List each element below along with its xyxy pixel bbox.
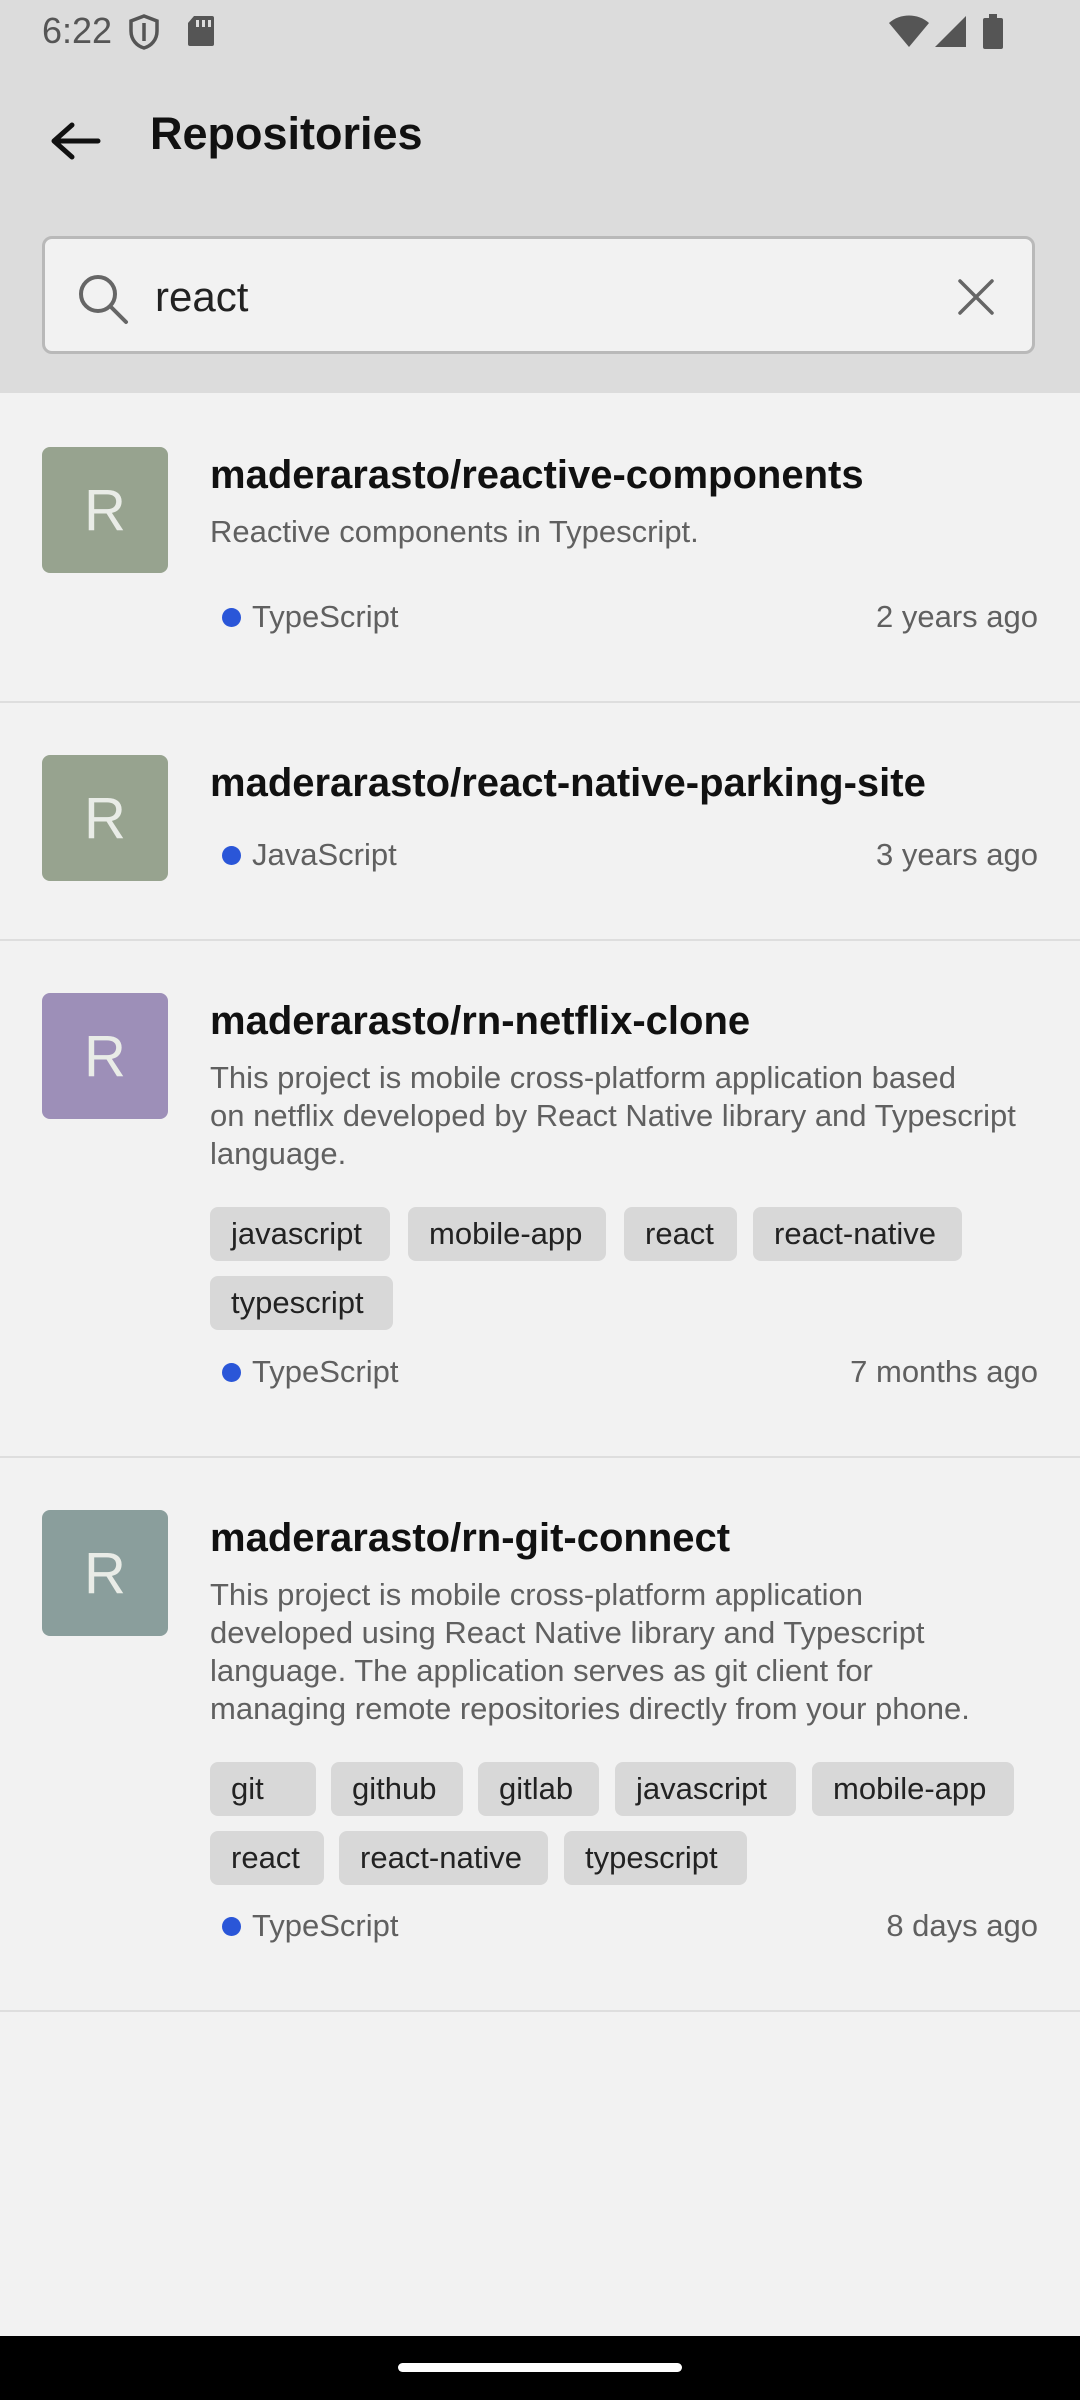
repo-description: This project is mobile cross-platform ap…	[210, 1059, 1040, 1173]
sd-card-icon	[186, 14, 216, 53]
topic-tag[interactable]: typescript	[210, 1276, 393, 1330]
app-header: 6:22 Repositories	[0, 0, 1080, 393]
search-input[interactable]	[155, 267, 955, 327]
back-button[interactable]	[42, 107, 110, 175]
repo-updated: 2 years ago	[876, 599, 1038, 634]
topic-tag[interactable]: react	[210, 1831, 324, 1885]
repo-name: maderarasto/rn-git-connect	[210, 1516, 731, 1560]
repo-list-item[interactable]: R maderarasto/reactive-components Reacti…	[0, 393, 1080, 703]
description-line: on netflix developed by React Native lib…	[210, 1098, 1016, 1133]
repo-description: Reactive components in Typescript.	[210, 514, 699, 549]
topic-tag[interactable]: github	[331, 1762, 463, 1816]
system-navigation-bar	[0, 2336, 1080, 2400]
repo-language-label: JavaScript	[252, 837, 397, 872]
repo-list-item[interactable]: R maderarasto/rn-netflix-clone This proj…	[0, 941, 1080, 1458]
repo-language: JavaScript	[222, 837, 397, 873]
repo-avatar: R	[42, 755, 168, 881]
topic-tag[interactable]: git	[210, 1762, 316, 1816]
topic-tag[interactable]: javascript	[210, 1207, 390, 1261]
topic-tag[interactable]: javascript	[615, 1762, 796, 1816]
repo-avatar: R	[42, 447, 168, 573]
wifi-icon	[888, 14, 930, 53]
language-dot-icon	[222, 607, 241, 627]
repo-language-label: TypeScript	[252, 1354, 399, 1389]
topic-tag[interactable]: typescript	[564, 1831, 747, 1885]
repo-language: TypeScript	[222, 1908, 398, 1944]
home-gesture-handle[interactable]	[398, 2363, 682, 2372]
description-line: language.	[210, 1136, 347, 1171]
repo-language: TypeScript	[222, 1354, 398, 1390]
status-time: 6:22	[42, 10, 113, 51]
topic-tag[interactable]: react-native	[339, 1831, 548, 1885]
description-line: developed using React Native library and…	[210, 1615, 925, 1650]
battery-icon	[982, 14, 1004, 55]
repo-list-item[interactable]: R maderarasto/rn-git-connect This projec…	[0, 1458, 1080, 2012]
search-icon	[77, 273, 129, 330]
repo-name: maderarasto/reactive-components	[210, 453, 864, 497]
topic-tag[interactable]: react-native	[753, 1207, 962, 1261]
description-line: This project is mobile cross-platform ap…	[210, 1577, 863, 1612]
description-line: This project is mobile cross-platform ap…	[210, 1060, 957, 1095]
repo-updated: 3 years ago	[876, 837, 1038, 872]
language-dot-icon	[222, 1916, 241, 1936]
repo-language-label: TypeScript	[252, 1908, 399, 1943]
close-icon	[958, 279, 994, 315]
status-bar: 6:22	[0, 0, 1080, 62]
description-line: managing remote repositories directly fr…	[210, 1691, 970, 1726]
repo-list-item[interactable]: R maderarasto/react-native-parking-site …	[0, 703, 1080, 941]
repo-language: TypeScript	[222, 599, 398, 635]
language-dot-icon	[222, 845, 241, 865]
topic-tag[interactable]: mobile-app	[408, 1207, 606, 1261]
arrow-left-icon	[51, 122, 101, 160]
search-box[interactable]	[42, 236, 1035, 354]
topic-tag[interactable]: react	[624, 1207, 737, 1261]
repo-updated: 7 months ago	[850, 1354, 1038, 1389]
page-title: Repositories	[150, 108, 423, 159]
repo-name: maderarasto/rn-netflix-clone	[210, 999, 751, 1043]
repo-language-label: TypeScript	[252, 599, 399, 634]
repo-name: maderarasto/react-native-parking-site	[210, 761, 926, 805]
signal-icon	[934, 14, 968, 53]
repo-avatar: R	[42, 993, 168, 1119]
topic-tag[interactable]: mobile-app	[812, 1762, 1014, 1816]
repo-updated: 8 days ago	[886, 1908, 1038, 1943]
shield-icon	[128, 14, 160, 55]
language-dot-icon	[222, 1362, 241, 1382]
description-line: language. The application serves as git …	[210, 1653, 873, 1688]
topic-tag[interactable]: gitlab	[478, 1762, 599, 1816]
repo-avatar: R	[42, 1510, 168, 1636]
clear-search-button[interactable]	[956, 277, 996, 322]
repo-description: This project is mobile cross-platform ap…	[210, 1576, 1040, 1728]
